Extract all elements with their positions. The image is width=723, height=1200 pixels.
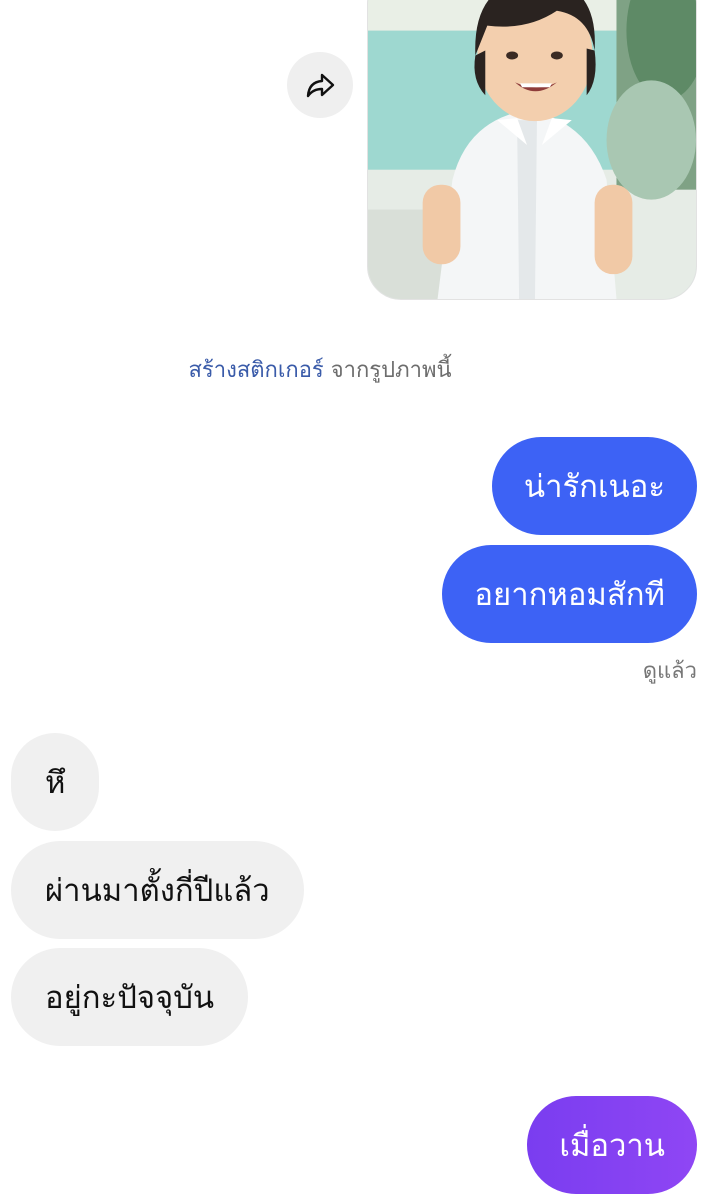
message-text: ผ่านมาตั้งกี่ปีแล้ว: [45, 873, 270, 909]
forward-button[interactable]: [287, 52, 353, 118]
share-arrow-icon: [306, 73, 335, 98]
shared-photo[interactable]: [367, 0, 697, 300]
message-text: น่ารักเนอะ: [523, 469, 665, 505]
photo-child-by-pool: [368, 0, 696, 299]
sticker-prompt-text: จากรูปภาพนี้: [323, 358, 452, 383]
message-outgoing-2[interactable]: อยากหอมสักที: [442, 545, 697, 643]
message-text: อยากหอมสักที: [474, 577, 665, 613]
chat-thread: สร้างสติกเกอร์ จากรูปภาพนี้ น่ารักเนอะ อ…: [0, 0, 723, 1200]
message-text: หึ: [45, 765, 66, 801]
message-incoming-2[interactable]: ผ่านมาตั้งกี่ปีแล้ว: [11, 841, 304, 939]
message-text: เมื่อวาน: [559, 1128, 665, 1164]
message-outgoing-1[interactable]: น่ารักเนอะ: [491, 437, 697, 535]
message-outgoing-3[interactable]: เมื่อวาน: [527, 1096, 697, 1194]
read-receipt: ดูแล้ว: [642, 659, 697, 684]
sticker-prompt: สร้างสติกเกอร์ จากรูปภาพนี้: [0, 352, 640, 387]
message-incoming-3[interactable]: อยู่กะปัจจุบัน: [11, 948, 249, 1046]
message-text: อยู่กะปัจจุบัน: [45, 980, 215, 1016]
create-sticker-link[interactable]: สร้างสติกเกอร์: [189, 358, 324, 383]
message-incoming-1[interactable]: หึ: [11, 733, 100, 831]
